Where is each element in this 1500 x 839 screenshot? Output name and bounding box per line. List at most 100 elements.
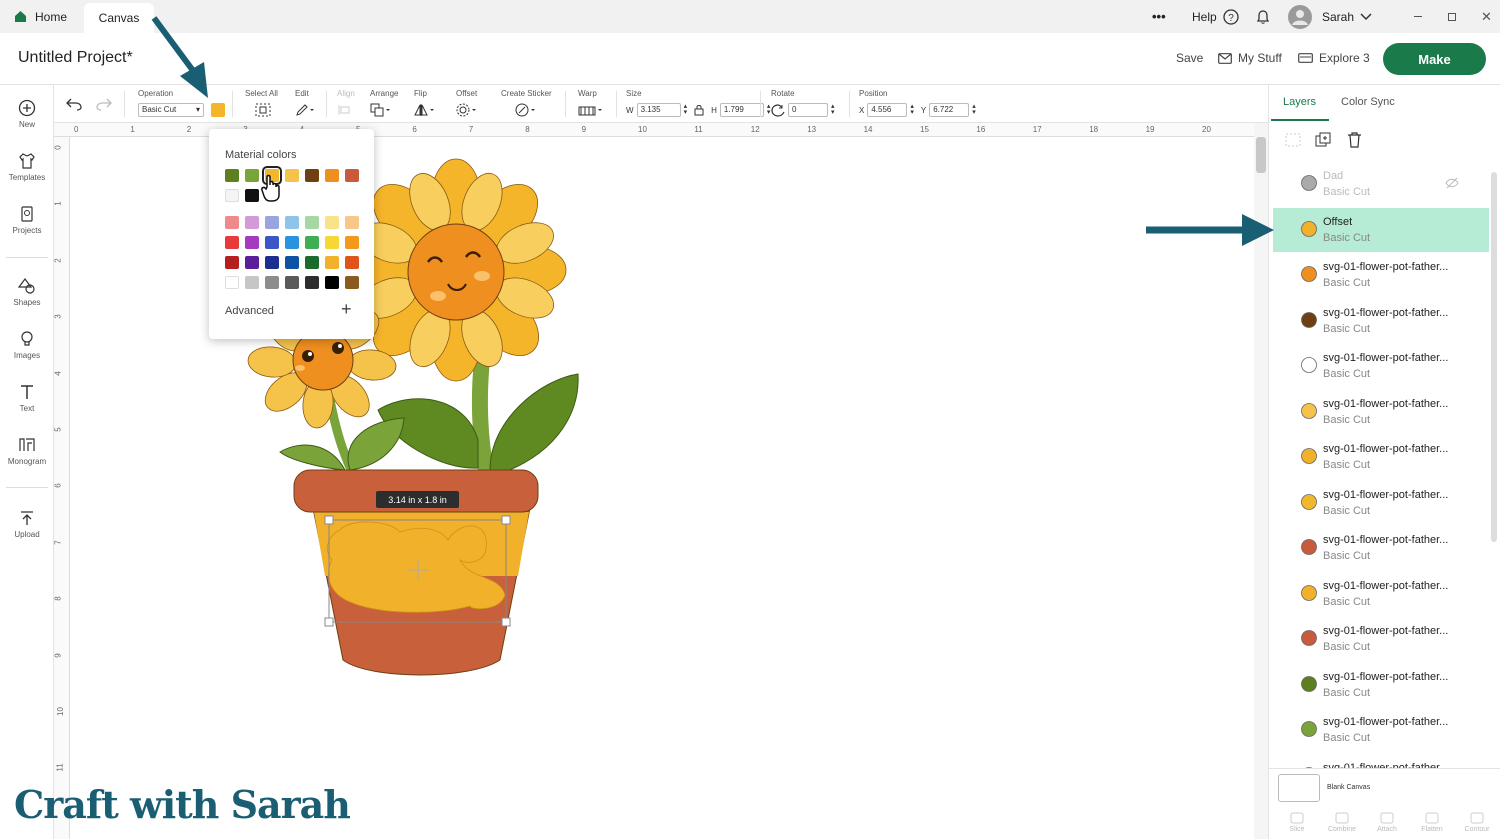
layers-scroll-thumb[interactable] (1491, 172, 1497, 542)
layer-row[interactable]: Offset Basic Cut (1273, 207, 1489, 252)
color-swatch[interactable] (305, 256, 319, 269)
user-menu[interactable]: Sarah (1288, 0, 1372, 33)
lock-icon[interactable] (694, 104, 704, 116)
color-swatch[interactable] (285, 169, 299, 182)
color-swatch[interactable] (285, 256, 299, 269)
duplicate-icon[interactable] (1315, 132, 1331, 148)
group-icon[interactable] (1285, 133, 1301, 147)
color-swatch[interactable] (325, 216, 339, 229)
color-swatch[interactable] (285, 276, 299, 289)
layer-row[interactable]: svg-01-flower-pot-father... Basic Cut (1273, 617, 1489, 661)
color-swatch[interactable] (345, 236, 359, 249)
sidebar-item-upload[interactable]: Upload (0, 509, 54, 539)
advanced-colors-label[interactable]: Advanced (225, 305, 274, 317)
redo-icon[interactable] (96, 97, 112, 111)
color-swatch[interactable] (265, 276, 279, 289)
color-swatch[interactable] (325, 236, 339, 249)
color-swatch[interactable] (245, 189, 259, 202)
color-swatch[interactable] (245, 236, 259, 249)
color-swatch[interactable] (265, 216, 279, 229)
sticker-icon[interactable] (515, 103, 537, 117)
sidebar-item-templates[interactable]: Templates (0, 152, 54, 182)
sidebar-item-shapes[interactable]: Shapes (0, 277, 54, 307)
help-button[interactable]: Help ? (1192, 0, 1239, 33)
operation-select[interactable]: Basic Cut ▾ (138, 103, 204, 117)
machine-selector[interactable]: Explore 3 (1298, 51, 1370, 65)
layer-row[interactable]: svg-01-flower-pot-father... Basic Cut (1273, 253, 1489, 297)
minimize-button[interactable] (1414, 0, 1422, 33)
color-swatch[interactable] (325, 256, 339, 269)
layer-row[interactable]: svg-01-flower-pot-father... Basic Cut (1273, 481, 1489, 525)
width-input[interactable]: 3.135 (636, 103, 681, 117)
color-swatch[interactable] (225, 169, 239, 182)
material-color-swatch[interactable] (211, 103, 225, 117)
color-swatch[interactable] (265, 236, 279, 249)
make-button[interactable]: Make (1383, 43, 1486, 75)
sidebar-item-images[interactable]: Images (0, 330, 54, 360)
color-swatch[interactable] (285, 236, 299, 249)
layer-row[interactable]: svg-01-flower-pot-father... Basic Cut (1273, 708, 1489, 752)
stepper-icon[interactable]: ▴ ▾ (972, 103, 976, 116)
select-all-icon[interactable] (255, 103, 271, 117)
color-swatch[interactable] (225, 276, 239, 289)
layer-action-contour[interactable]: Contour (1457, 812, 1497, 833)
sidebar-item-new[interactable]: New (0, 99, 54, 129)
layer-row[interactable]: svg-01-flower-pot-father... Basic Cut (1273, 572, 1489, 616)
x-input[interactable]: 4.556 (867, 103, 908, 117)
color-swatch[interactable] (325, 169, 339, 182)
color-swatch[interactable] (345, 276, 359, 289)
my-stuff-button[interactable]: My Stuff (1218, 51, 1282, 65)
eye-hidden-icon[interactable] (1445, 176, 1459, 194)
layer-row[interactable]: svg-01-flower-pot-father... Basic Cut (1273, 390, 1489, 434)
maximize-button[interactable] (1448, 0, 1456, 33)
layer-row[interactable]: svg-01-flower-pot-father... Basic Cut (1273, 299, 1489, 343)
color-swatch[interactable] (305, 169, 319, 182)
color-swatch[interactable] (305, 276, 319, 289)
stepper-icon[interactable]: ▴ ▾ (910, 103, 914, 116)
blank-canvas-row[interactable]: Blank Canvas (1269, 768, 1500, 808)
color-swatch[interactable] (225, 216, 239, 229)
stepper-icon[interactable]: ▴ ▾ (684, 103, 688, 116)
canvas-scroll-thumb[interactable] (1256, 137, 1266, 173)
arrange-icon[interactable] (370, 103, 392, 117)
align-icon[interactable] (337, 103, 357, 117)
tab-layers[interactable]: Layers (1283, 96, 1316, 108)
layer-action-flatten[interactable]: Flatten (1412, 812, 1452, 833)
stepper-icon[interactable]: ▴ ▾ (831, 103, 835, 116)
layer-action-combine[interactable]: Combine (1322, 812, 1362, 833)
layer-row[interactable]: svg-01-flower-pot-father... Basic Cut (1273, 663, 1489, 707)
pencil-icon[interactable] (295, 103, 315, 117)
color-swatch[interactable] (225, 189, 239, 202)
warp-icon[interactable] (578, 103, 604, 117)
color-swatch[interactable] (345, 256, 359, 269)
tab-canvas[interactable]: Canvas (84, 3, 154, 33)
color-swatch[interactable] (245, 276, 259, 289)
layer-row[interactable]: svg-01-flower-pot-father... Basic Cut (1273, 526, 1489, 570)
rotate-input[interactable]: 0 (788, 103, 828, 117)
trash-icon[interactable] (1347, 132, 1362, 148)
color-swatch[interactable] (225, 236, 239, 249)
color-swatch[interactable] (245, 216, 259, 229)
stepper-icon[interactable]: ▴ ▾ (767, 103, 771, 116)
tab-home[interactable]: Home (14, 0, 67, 33)
notifications-button[interactable] (1255, 0, 1271, 33)
color-swatch[interactable] (345, 216, 359, 229)
layer-row[interactable]: svg-01-flower-pot-father... Basic Cut (1273, 344, 1489, 388)
color-swatch[interactable] (305, 236, 319, 249)
layer-row[interactable]: Dad Basic Cut (1273, 162, 1489, 206)
tab-color-sync[interactable]: Color Sync (1341, 96, 1395, 108)
color-swatch[interactable] (325, 276, 339, 289)
height-input[interactable]: 1.799 (719, 103, 764, 117)
y-input[interactable]: 6.722 (929, 103, 970, 117)
sidebar-item-text[interactable]: Text (0, 383, 54, 413)
more-menu-button[interactable]: ••• (1152, 0, 1166, 33)
layer-row[interactable]: svg-01-flower-pot-fatherBasic Cut (1273, 754, 1489, 768)
layer-action-attach[interactable]: Attach (1367, 812, 1407, 833)
plus-icon[interactable]: + (341, 299, 352, 320)
color-swatch[interactable] (245, 169, 259, 182)
color-swatch[interactable] (265, 256, 279, 269)
color-swatch[interactable] (245, 256, 259, 269)
color-swatch[interactable] (225, 256, 239, 269)
layer-action-slice[interactable]: Slice (1277, 812, 1317, 833)
sidebar-item-monogram[interactable]: Monogram (0, 436, 54, 466)
